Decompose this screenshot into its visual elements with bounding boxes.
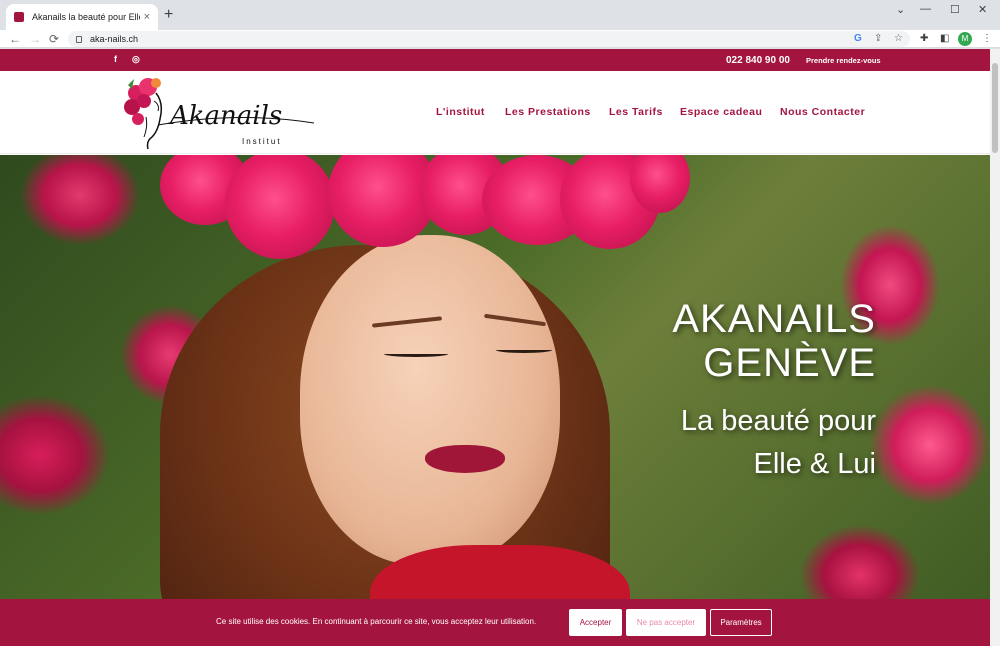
lock-icon — [76, 35, 82, 43]
page-scrollbar[interactable] — [990, 49, 1000, 646]
hero-subtitle-line-2: Elle & Lui — [753, 448, 876, 480]
hero-banner: AKANAILS GENÈVE La beauté pour Elle & Lu… — [0, 155, 990, 646]
hero-title-line-2: GENÈVE — [703, 341, 876, 385]
cookie-message: Ce site utilise des cookies. En continua… — [216, 617, 537, 626]
cookie-banner: Ce site utilise des cookies. En continua… — [0, 599, 990, 646]
minimize-button[interactable]: — — [920, 3, 931, 15]
avatar[interactable]: M — [958, 32, 972, 46]
nav-institut[interactable]: L'institut — [436, 106, 485, 118]
nav-prestations[interactable]: Les Prestations — [505, 106, 591, 118]
close-tab-icon[interactable]: × — [144, 11, 150, 23]
facebook-icon[interactable]: f — [114, 54, 117, 64]
reload-button[interactable]: ⟳ — [49, 32, 59, 46]
site-header: Akanails Institut L'institut Les Prestat… — [0, 71, 990, 154]
phone-number[interactable]: 022 840 90 00 — [726, 55, 790, 66]
forward-button[interactable]: → — [29, 32, 41, 46]
favicon-icon — [14, 12, 24, 22]
tab-title: Akanails la beauté pour Elle et Lui — [32, 12, 140, 22]
share-icon[interactable]: ⇪ — [874, 33, 882, 44]
logo-subtitle: Institut — [242, 137, 282, 146]
close-window-button[interactable]: ✕ — [978, 3, 987, 16]
hero-flower — [225, 155, 335, 259]
top-bar: f ◎ 022 840 90 00 Prendre rendez-vous — [0, 49, 990, 71]
url-text: aka-nails.ch — [90, 34, 139, 44]
hero-subtitle-line-1: La beauté pour — [680, 405, 876, 437]
maximize-button[interactable]: ☐ — [950, 3, 960, 16]
hero-photo-eye — [384, 351, 448, 357]
browser-tab-bar: Akanails la beauté pour Elle et Lui × + … — [0, 0, 1000, 30]
logo-name: Akanails — [170, 101, 283, 131]
scrollbar-thumb[interactable] — [992, 63, 998, 153]
address-bar[interactable]: aka-nails.ch G ⇪ ☆ — [68, 31, 910, 47]
hero-photo-face — [300, 235, 560, 565]
google-icon[interactable]: G — [854, 33, 862, 44]
cookie-settings-button[interactable]: Paramètres — [710, 609, 772, 636]
appointment-link[interactable]: Prendre rendez-vous — [806, 56, 881, 65]
star-icon[interactable]: ☆ — [894, 33, 903, 44]
chevron-down-icon[interactable]: ⌄ — [896, 3, 905, 16]
instagram-icon[interactable]: ◎ — [132, 54, 140, 65]
back-button[interactable]: ← — [9, 32, 21, 46]
nav-espace-cadeau[interactable]: Espace cadeau — [680, 106, 762, 118]
browser-toolbar: ← → ⟳ aka-nails.ch G ⇪ ☆ ✚ ◧ M ⋮ — [0, 30, 1000, 48]
new-tab-button[interactable]: + — [164, 7, 173, 23]
decline-cookies-button[interactable]: Ne pas accepter — [626, 609, 706, 636]
accept-cookies-button[interactable]: Accepter — [569, 609, 622, 636]
menu-icon[interactable]: ⋮ — [982, 33, 992, 44]
nav-contact[interactable]: Nous Contacter — [780, 106, 865, 118]
extensions-icon[interactable]: ✚ — [920, 33, 928, 44]
hero-title-line-1: AKANAILS — [672, 297, 876, 341]
nav-tarifs[interactable]: Les Tarifs — [609, 106, 663, 118]
web-page: f ◎ 022 840 90 00 Prendre rendez-vous Ak… — [0, 49, 990, 646]
sidepanel-icon[interactable]: ◧ — [940, 33, 949, 44]
browser-tab[interactable]: Akanails la beauté pour Elle et Lui × — [6, 4, 158, 30]
